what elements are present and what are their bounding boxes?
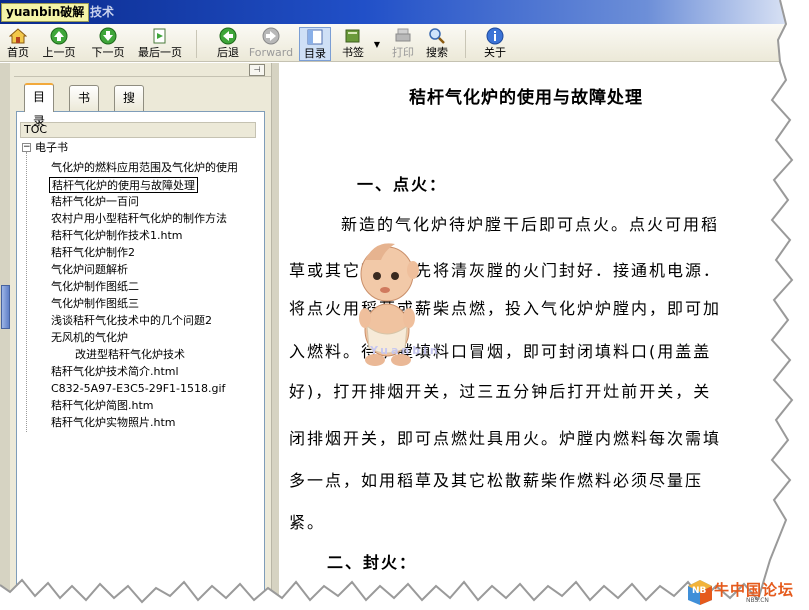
next-page-button[interactable]: 下一页 <box>88 27 128 61</box>
toc-header: TOC <box>20 122 256 138</box>
about-label: 关于 <box>484 46 506 59</box>
search-button[interactable]: 搜索 <box>424 27 450 61</box>
tab-bookmarks[interactable]: 书签 <box>69 85 100 129</box>
toolbar: 首页 上一页 下一页 最后一页 后退 Forward 目录 书签 ▼ 打印 搜索… <box>0 24 809 62</box>
search-icon <box>429 28 445 44</box>
tree-item[interactable]: 秸秆气化炉技术简介.html <box>49 364 181 380</box>
forward-arrow-icon <box>262 27 280 45</box>
tree-item[interactable]: 气化炉的燃料应用范围及气化炉的使用 <box>49 160 240 176</box>
toc-tree: TOC − 电子书 气化炉的燃料应用范围及气化炉的使用秸杆气化炉的使用与故障处理… <box>16 111 265 610</box>
toc-button[interactable]: 目录 <box>299 27 331 61</box>
prev-page-label: 上一页 <box>42 46 76 59</box>
section-heading: 一、点火： <box>357 175 448 194</box>
section-heading: 二、封火： <box>327 553 418 572</box>
site-logo: NB 牛中国论坛 NBS.CN <box>686 578 802 606</box>
tree-item[interactable]: 秸杆气化炉一百问 <box>49 194 141 210</box>
bookmark-icon <box>345 29 360 43</box>
sidebar-pin-strip: ⊣ <box>14 63 271 77</box>
last-page-label: 最后一页 <box>138 46 182 59</box>
tree-item[interactable]: 秸杆气化炉的使用与故障处理 <box>49 177 198 193</box>
back-arrow-icon <box>219 27 237 45</box>
tree-item[interactable]: 气化炉制作图纸三 <box>49 296 141 312</box>
home-label: 首页 <box>7 46 29 59</box>
sidebar-edge <box>0 63 10 610</box>
toolbar-separator <box>465 30 466 58</box>
forward-button[interactable]: Forward <box>248 27 294 61</box>
search-label: 搜索 <box>426 46 448 59</box>
last-page-icon <box>153 28 166 44</box>
paragraph-line: 紧。 <box>289 513 326 532</box>
tree-item[interactable]: 秸秆气化炉制作2 <box>49 245 137 261</box>
tab-search[interactable]: 搜索 <box>114 85 145 129</box>
tree-item[interactable]: 气化炉问题解析 <box>49 262 130 278</box>
paragraph-line: 多一点，如用稻草及其它松散薪柴作燃料必须尽量压 <box>289 471 704 490</box>
title-bar: yuanbin破解 技术 <box>0 0 809 24</box>
tree-item[interactable]: 农村户用小型秸秆气化炉的制作方法 <box>49 211 229 227</box>
sidebar-collapse-handle[interactable] <box>1 285 10 329</box>
tree-root-label[interactable]: 电子书 <box>35 141 68 155</box>
home-button[interactable]: 首页 <box>5 27 31 61</box>
tree-item[interactable]: 改进型秸秆气化炉技术 <box>73 347 187 363</box>
bookmark-dropdown-button[interactable]: ▼ <box>372 27 382 61</box>
tree-item[interactable]: C832-5A97-E3C5-29F1-1518.gif <box>49 381 227 397</box>
home-icon <box>9 28 27 44</box>
chevron-down-icon: ▼ <box>373 40 381 49</box>
arrow-down-icon <box>99 27 117 45</box>
tree-item[interactable]: 秸秆气化炉制作技术1.htm <box>49 228 185 244</box>
info-icon <box>486 27 504 45</box>
document-title: 秸杆气化炉的使用与故障处理 <box>409 88 643 108</box>
next-page-label: 下一页 <box>91 46 125 59</box>
toc-label: 目录 <box>304 47 326 60</box>
tree-item[interactable]: 无风机的气化炉 <box>49 330 130 346</box>
tree-item[interactable]: 秸秆气化炉实物照片.htm <box>49 415 178 431</box>
paragraph-line: 闭排烟开关，即可点燃灶具用火。炉膛内燃料每次需填 <box>289 429 722 448</box>
tab-toc[interactable]: 目录 <box>24 83 55 128</box>
logo-mark: NB <box>692 586 707 596</box>
toc-icon <box>307 29 323 45</box>
print-label: 打印 <box>392 46 414 59</box>
window-title-highlight: yuanbin破解 <box>1 3 90 22</box>
watermark-text: Yuanbin <box>370 344 441 357</box>
tree-item[interactable]: 气化炉制作图纸二 <box>49 279 141 295</box>
prev-page-button[interactable]: 上一页 <box>38 27 80 61</box>
sidebar: ⊣ 目录 书签 搜索 TOC − 电子书 气化炉的燃料应用范围及气化炉的使用秸杆… <box>0 63 271 610</box>
logo-subtext: NBS.CN <box>746 597 769 604</box>
print-button[interactable]: 打印 <box>390 27 416 61</box>
collapse-icon[interactable]: − <box>22 143 31 152</box>
window-title: 技术 <box>90 5 115 19</box>
back-button[interactable]: 后退 <box>214 27 242 61</box>
forward-label: Forward <box>248 46 294 59</box>
tree-item[interactable]: 秸秆气化炉简图.htm <box>49 398 156 414</box>
toolbar-separator <box>196 30 197 58</box>
sidebar-splitter[interactable] <box>271 63 279 610</box>
about-button[interactable]: 关于 <box>482 27 508 61</box>
paragraph-line: 好)，打开排烟开关，过三五分钟后打开灶前开关，关 <box>289 382 712 401</box>
arrow-up-icon <box>50 27 68 45</box>
tree-connector <box>26 152 27 432</box>
tree-item[interactable]: 浅谈秸秆气化技术中的几个问题2 <box>49 313 214 329</box>
bookmark-label: 书签 <box>342 46 364 59</box>
back-label: 后退 <box>217 46 239 59</box>
printer-icon <box>395 28 411 42</box>
last-page-button[interactable]: 最后一页 <box>134 27 186 61</box>
bookmark-button[interactable]: 书签 <box>340 27 366 61</box>
pin-icon[interactable]: ⊣ <box>249 64 265 76</box>
